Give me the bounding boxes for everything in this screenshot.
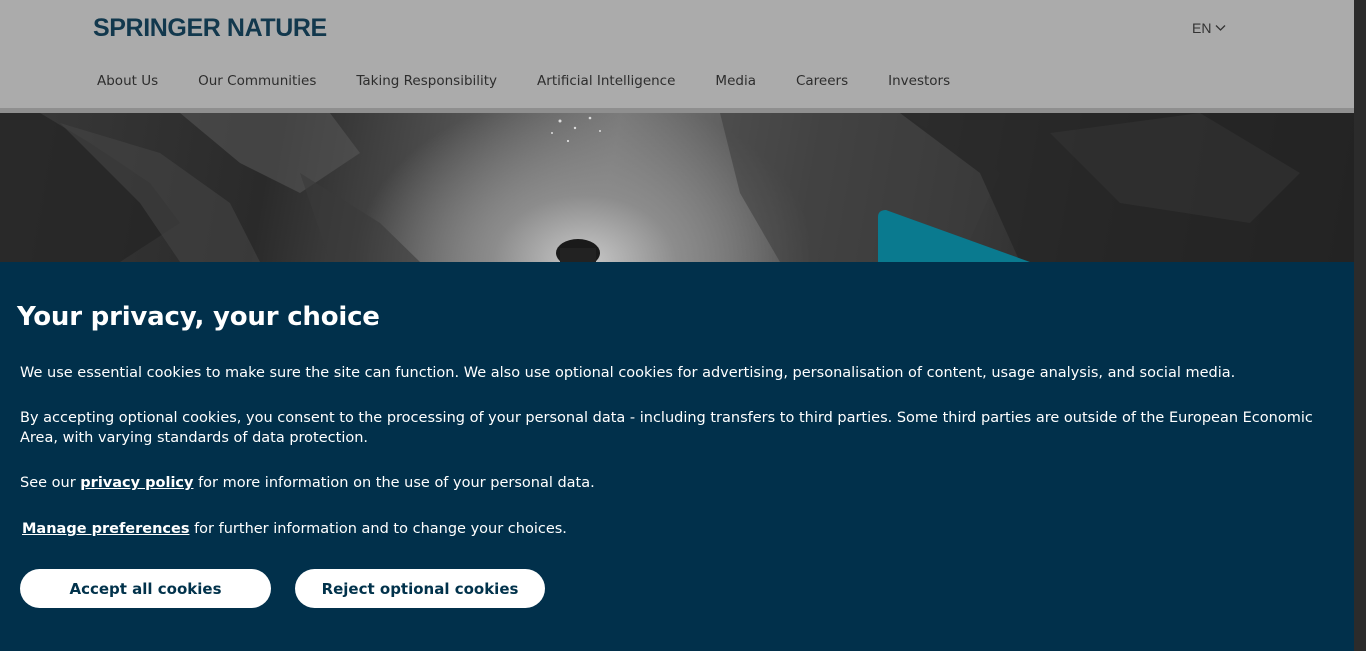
- privacy-policy-link[interactable]: privacy policy: [80, 475, 193, 491]
- nav-item-careers[interactable]: Careers: [796, 73, 848, 89]
- nav-item-investors[interactable]: Investors: [888, 73, 950, 89]
- privacy-suffix-text: for more information on the use of your …: [193, 475, 595, 491]
- nav-item-artificial-intelligence[interactable]: Artificial Intelligence: [537, 73, 675, 89]
- accept-all-cookies-button[interactable]: Accept all cookies: [20, 569, 271, 608]
- cookie-paragraph-essential: We use essential cookies to make sure th…: [20, 365, 1236, 381]
- nav-item-media[interactable]: Media: [715, 73, 756, 89]
- nav-item-about-us[interactable]: About Us: [97, 73, 158, 89]
- manage-preferences-link[interactable]: Manage preferences: [22, 521, 189, 537]
- cookie-paragraph-consent: By accepting optional cookies, you conse…: [20, 410, 1313, 446]
- language-label: EN: [1192, 20, 1212, 36]
- manage-suffix-text: for further information and to change yo…: [189, 521, 567, 537]
- nav-item-our-communities[interactable]: Our Communities: [198, 73, 316, 89]
- cookie-paragraph-privacy: See our privacy policy for more informat…: [20, 473, 1320, 493]
- cookie-paragraph-manage: Manage preferences for further informati…: [22, 519, 1322, 539]
- privacy-prefix-text: See our: [20, 475, 81, 491]
- springer-nature-logo[interactable]: SPRINGER NATURE: [93, 14, 327, 43]
- hero-cave-illustration: [0, 113, 1354, 262]
- cookie-banner-title: Your privacy, your choice: [17, 302, 380, 332]
- page-scrollbar[interactable]: [1354, 0, 1366, 651]
- reject-optional-cookies-button[interactable]: Reject optional cookies: [295, 569, 545, 608]
- cookie-consent-banner: Your privacy, your choice We use essenti…: [0, 262, 1354, 651]
- site-header: SPRINGER NATURE EN About Us Our Communit…: [0, 0, 1354, 108]
- main-nav: About Us Our Communities Taking Responsi…: [97, 73, 990, 89]
- language-selector[interactable]: EN: [1192, 20, 1226, 36]
- nav-item-taking-responsibility[interactable]: Taking Responsibility: [356, 73, 497, 89]
- hero-image: [0, 113, 1354, 262]
- chevron-down-icon: [1215, 25, 1226, 31]
